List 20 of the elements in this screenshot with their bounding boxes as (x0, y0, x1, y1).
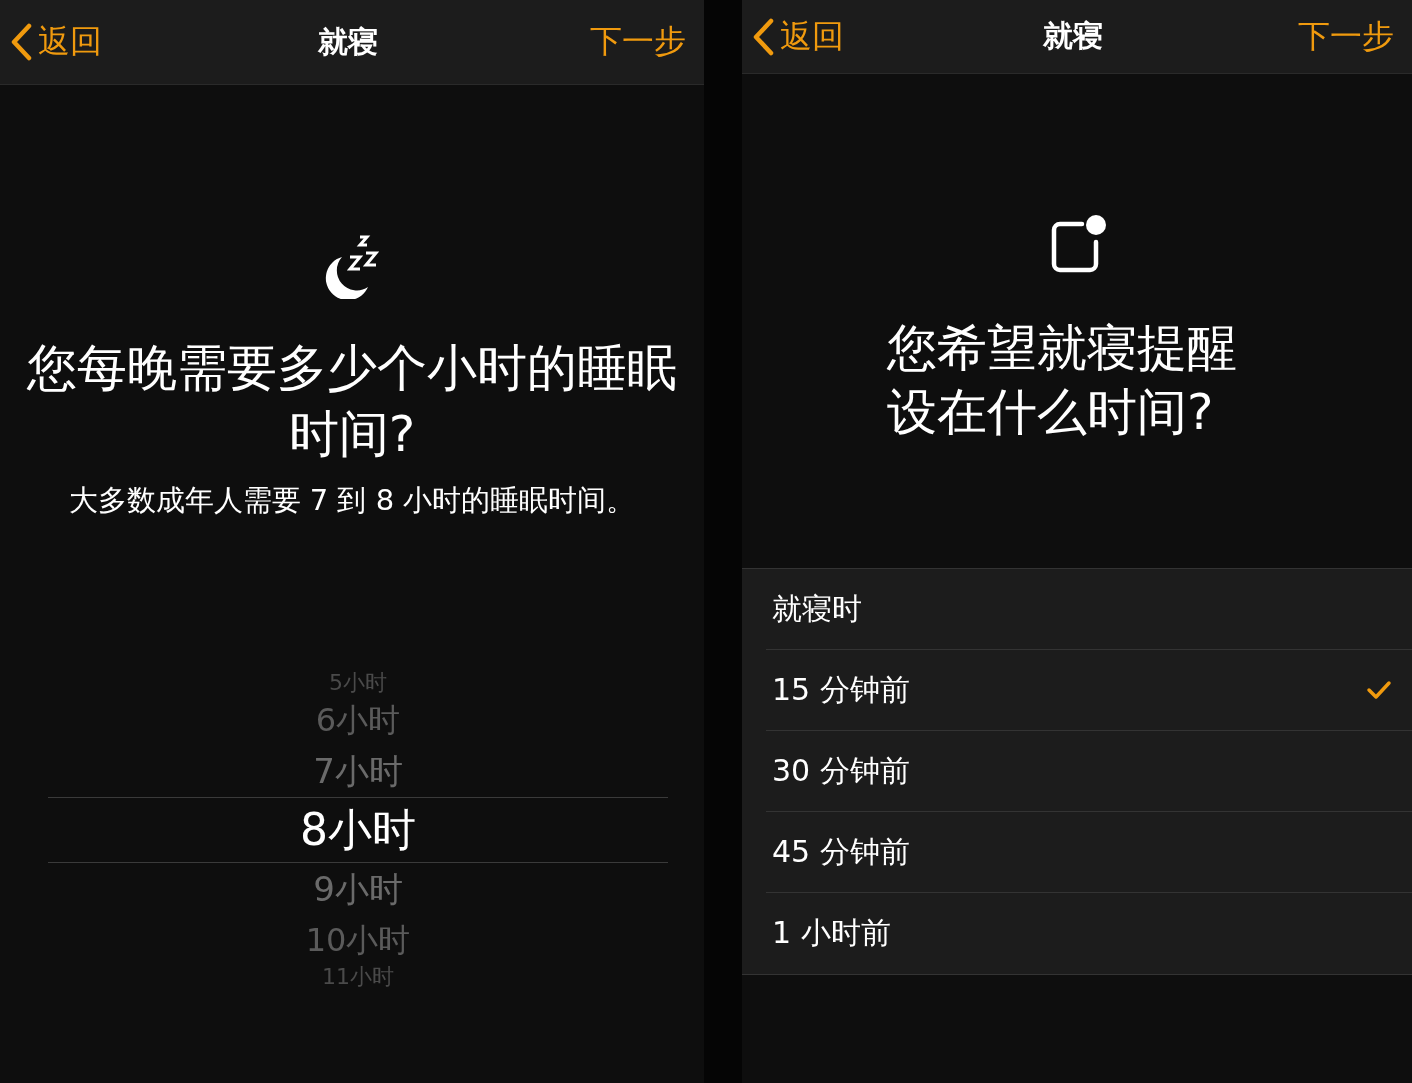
hours-picker[interactable]: 5小时 6小时 7小时 8小时 9小时 10小时 11小时 (48, 671, 668, 989)
chevron-left-icon (752, 17, 774, 56)
picker-option[interactable]: 7小时 (48, 745, 668, 797)
question-heading: 您希望就寝提醒设在什么时间? (887, 318, 1238, 443)
nav-title: 就寝 (318, 22, 378, 61)
next-button[interactable]: 下一步 (590, 20, 686, 64)
question-heading: 您每晚需要多少个小时的睡眠时间? (26, 338, 678, 465)
chevron-left-icon (10, 23, 32, 61)
option-row[interactable]: 45 分钟前 (766, 812, 1412, 893)
back-button[interactable]: 返回 (10, 20, 102, 64)
picker-option[interactable]: 8小时 (48, 797, 668, 863)
option-row[interactable]: 就寝时 (766, 569, 1412, 650)
hint-text: 大多数成年人需要 7 到 8 小时的睡眠时间。 (67, 482, 637, 519)
back-button[interactable]: 返回 (752, 14, 844, 59)
option-row[interactable]: 30 分钟前 (766, 731, 1412, 812)
nav-title: 就寝 (1043, 17, 1103, 55)
option-row[interactable]: 1 小时前 (766, 893, 1412, 974)
option-row[interactable]: 15 分钟前 (766, 650, 1412, 731)
next-button[interactable]: 下一步 (1298, 14, 1394, 59)
picker-option[interactable]: 9小时 (48, 863, 668, 915)
